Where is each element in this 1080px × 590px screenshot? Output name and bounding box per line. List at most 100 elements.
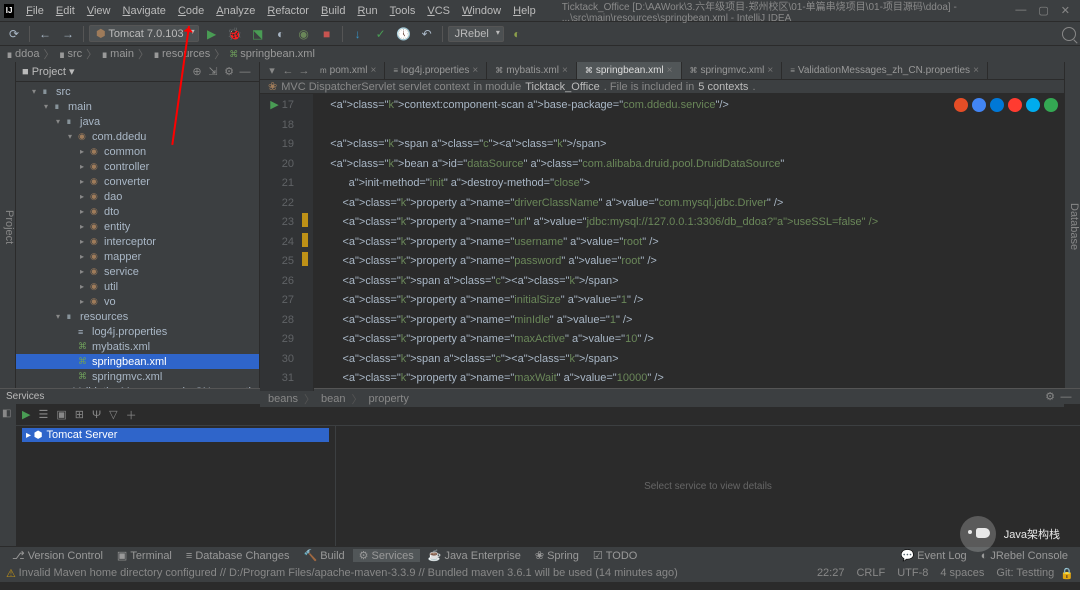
menu-tools[interactable]: Tools — [384, 5, 422, 17]
services-vert-icon[interactable]: ◧ — [2, 408, 14, 420]
menu-analyze[interactable]: Analyze — [210, 5, 261, 17]
crumb-springbean.xml[interactable]: ⌘ springbean.xml — [229, 48, 315, 60]
tree-controller[interactable]: ▸◉controller — [16, 159, 259, 174]
tree-vo[interactable]: ▸◉vo — [16, 294, 259, 309]
menu-window[interactable]: Window — [456, 5, 507, 17]
tree-java[interactable]: ▾∎java — [16, 114, 259, 129]
tree-dto[interactable]: ▸◉dto — [16, 204, 259, 219]
services-sort-icon[interactable]: Ψ — [92, 409, 101, 421]
forward-button[interactable]: → — [58, 24, 78, 44]
minimize-button[interactable]: — — [1015, 4, 1026, 17]
menu-file[interactable]: File — [20, 5, 50, 17]
tree-util[interactable]: ▸◉util — [16, 279, 259, 294]
jrebel-combo[interactable]: JRebel — [448, 26, 504, 42]
menu-run[interactable]: Run — [351, 5, 383, 17]
toolwindow-jrebel-console[interactable]: ◐ JRebel Console — [975, 550, 1074, 562]
editor-body[interactable]: <a">class="k">context:component-scan a">… — [314, 94, 1064, 391]
crumb-main[interactable]: ∎ main — [101, 48, 134, 61]
tree-com-ddedu[interactable]: ▾◉com.ddedu — [16, 129, 259, 144]
stop-button[interactable]: ■ — [317, 24, 337, 44]
tree-springmvc-xml[interactable]: ⌘springmvc.xml — [16, 369, 259, 384]
tree-mapper[interactable]: ▸◉mapper — [16, 249, 259, 264]
tab-validationmessages-zh-cn-properties[interactable]: ≡ValidationMessages_zh_CN.properties × — [782, 62, 988, 79]
tree-main[interactable]: ▾∎main — [16, 99, 259, 114]
menu-help[interactable]: Help — [507, 5, 542, 17]
toolwindow-spring[interactable]: ❀ Spring — [529, 549, 585, 562]
menu-code[interactable]: Code — [172, 5, 210, 17]
status-crlf[interactable]: CRLF — [850, 567, 891, 579]
back-button[interactable]: ← — [35, 24, 55, 44]
status-utf-8[interactable]: UTF-8 — [891, 567, 934, 579]
search-everywhere-button[interactable] — [1062, 27, 1076, 41]
services-hide-button[interactable]: — — [1058, 391, 1074, 403]
vcs-rollback-button[interactable]: ↶ — [417, 24, 437, 44]
toolwindow-services[interactable]: ⚙ Services — [353, 549, 420, 562]
status-22-27[interactable]: 22:27 — [811, 567, 851, 579]
menu-build[interactable]: Build — [315, 5, 351, 17]
tree-mybatis-xml[interactable]: ⌘mybatis.xml — [16, 339, 259, 354]
vcs-update-button[interactable]: ↓ — [348, 24, 368, 44]
settings-icon[interactable]: ⚙ — [221, 65, 237, 78]
menu-navigate[interactable]: Navigate — [117, 5, 172, 17]
left-tool-stripe[interactable]: Project — [0, 62, 16, 388]
tab-mybatis-xml[interactable]: ⌘mybatis.xml × — [487, 62, 577, 79]
services-add-button[interactable]: ＋ — [126, 407, 137, 423]
jrebel-icon[interactable]: ◐ — [507, 24, 527, 44]
tree-entity[interactable]: ▸◉entity — [16, 219, 259, 234]
tree-dao[interactable]: ▸◉dao — [16, 189, 259, 204]
toolwindow-build[interactable]: 🔨 Build — [298, 549, 351, 562]
vcs-history-button[interactable]: 🕔 — [394, 24, 414, 44]
close-button[interactable]: ✕ — [1061, 4, 1070, 17]
tab-next-button[interactable]: → — [296, 65, 312, 77]
tree-common[interactable]: ▸◉common — [16, 144, 259, 159]
coverage-button[interactable]: ⬔ — [248, 24, 268, 44]
tree-validationmessages-zh-cn-properties[interactable]: ≡ValidationMessages_zh_CN.properties — [16, 384, 259, 388]
crumb-ddoa[interactable]: ∎ ddoa — [6, 48, 39, 61]
vcs-commit-button[interactable]: ✓ — [371, 24, 391, 44]
toolwindow-database-changes[interactable]: ≡ Database Changes — [180, 550, 296, 562]
menu-edit[interactable]: Edit — [50, 5, 81, 17]
menu-refactor[interactable]: Refactor — [261, 5, 315, 17]
services-run-button[interactable]: ▶ — [22, 408, 30, 421]
run-config-combo[interactable]: ⬢ Tomcat 7.0.103 — [89, 25, 199, 42]
debug-button[interactable]: 🐞 — [225, 24, 245, 44]
services-filter-icon[interactable]: ▣ — [56, 408, 66, 421]
tree-converter[interactable]: ▸◉converter — [16, 174, 259, 189]
profile-button[interactable]: ◐ — [271, 24, 291, 44]
crumb-src[interactable]: ∎ src — [58, 48, 82, 61]
tree-interceptor[interactable]: ▸◉interceptor — [16, 234, 259, 249]
sync-icon[interactable]: ⟳ — [4, 24, 24, 44]
right-tool-stripe[interactable]: Database — [1064, 62, 1080, 388]
run-button[interactable]: ▶ — [202, 24, 222, 44]
tree-resources[interactable]: ▾∎resources — [16, 309, 259, 324]
tab-close-icon[interactable]: × — [667, 65, 673, 76]
services-tomcat-node[interactable]: ▸ ⬢ Tomcat Server — [22, 428, 329, 442]
services-settings-icon[interactable]: ⚙ — [1042, 390, 1058, 403]
toolwindow-todo[interactable]: ☑ TODO — [587, 549, 643, 562]
tab-dropdown-button[interactable]: ▾ — [264, 64, 280, 77]
tab-springmvc-xml[interactable]: ⌘springmvc.xml × — [682, 62, 783, 79]
status-git--testting[interactable]: Git: Testting — [990, 567, 1060, 579]
crumb-resources[interactable]: ∎ resources — [153, 48, 210, 61]
hide-button[interactable]: — — [237, 66, 253, 78]
tab-pom-xml[interactable]: mpom.xml × — [312, 62, 385, 79]
tab-close-icon[interactable]: × — [973, 65, 979, 76]
tab-prev-button[interactable]: ← — [280, 65, 296, 77]
select-opened-file-button[interactable]: ⊕ — [189, 65, 205, 78]
tab-close-icon[interactable]: × — [562, 65, 568, 76]
toolwindow-terminal[interactable]: ▣ Terminal — [111, 549, 178, 562]
toolwindow-version-control[interactable]: ⎇ Version Control — [6, 549, 109, 562]
menu-vcs[interactable]: VCS — [421, 5, 456, 17]
tree-service[interactable]: ▸◉service — [16, 264, 259, 279]
attach-button[interactable]: ◉ — [294, 24, 314, 44]
tab-close-icon[interactable]: × — [767, 65, 773, 76]
services-group-icon[interactable]: ⊞ — [75, 408, 84, 421]
tab-close-icon[interactable]: × — [472, 65, 478, 76]
toolwindow-java-enterprise[interactable]: ☕ Java Enterprise — [422, 549, 527, 562]
expand-all-button[interactable]: ⇲ — [205, 65, 221, 78]
tab-close-icon[interactable]: × — [370, 65, 376, 76]
tree-springbean-xml[interactable]: ⌘springbean.xml — [16, 354, 259, 369]
services-tree-icon[interactable]: ☰ — [38, 408, 48, 421]
menu-view[interactable]: View — [81, 5, 117, 17]
toolwindow-event-log[interactable]: 💬 Event Log — [894, 549, 972, 562]
